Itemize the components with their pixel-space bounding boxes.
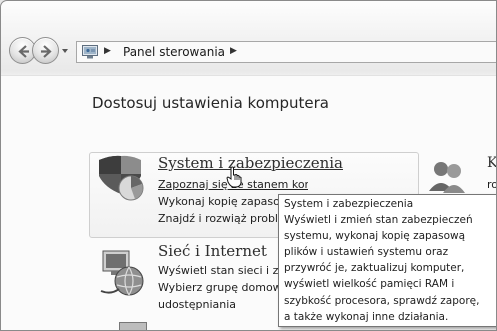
chevron-right-icon[interactable]: ▶ xyxy=(104,46,111,56)
category-title-system-security[interactable]: System i zabezpieczenia xyxy=(158,154,343,172)
category-title-user-accounts-fragment[interactable]: K xyxy=(487,155,496,171)
control-panel-window: ▶ Panel sterowania ▶ Dostosuj ustawienia… xyxy=(0,0,497,331)
link-backup[interactable]: Wykonaj kopię zapasową komputera xyxy=(158,195,278,208)
category-title-network-internet[interactable]: Sieć i Internet xyxy=(158,242,267,260)
tooltip-line: Wyświetl i zmień stan zabezpieczeń xyxy=(284,214,473,227)
recent-pages-icon[interactable] xyxy=(61,47,69,55)
tooltip-line: przywróć je, zaktualizuj komputer, xyxy=(284,262,465,275)
navigation-toolbar: ▶ Panel sterowania ▶ xyxy=(1,1,496,75)
network-globe-icon[interactable] xyxy=(97,247,149,299)
tooltip-line: plików i ustawień systemu oraz xyxy=(284,246,449,259)
link-network-status[interactable]: Wyświetl stan sieci i zadania xyxy=(158,264,278,277)
address-bar[interactable]: ▶ Panel sterowania ▶ xyxy=(76,41,496,63)
back-arrow-icon xyxy=(18,45,29,58)
forward-arrow-icon xyxy=(41,45,52,58)
page-title: Dostosuj ustawienia komputera xyxy=(92,94,329,112)
breadcrumb-control-panel[interactable]: Panel sterowania xyxy=(123,45,225,59)
link-sharing[interactable]: udostępniania xyxy=(158,298,278,311)
link-homegroup[interactable]: Wybierz grupę domową i opcje udostępnian… xyxy=(158,281,278,294)
hardware-icon xyxy=(119,322,147,330)
forward-button[interactable] xyxy=(32,37,59,64)
users-icon[interactable] xyxy=(427,157,467,197)
chevron-right-icon[interactable]: ▶ xyxy=(230,46,237,56)
tooltip-line: System i zabezpieczenia xyxy=(284,198,414,210)
tooltip-line: wyświetl wielkość pamięci RAM i xyxy=(284,278,455,291)
tooltip-line: a także wykonaj inne działania. xyxy=(284,310,449,323)
shield-icon[interactable] xyxy=(95,154,147,204)
hand-cursor-icon xyxy=(226,166,242,188)
link-troubleshoot[interactable]: Znajdź i rozwiąż problemy xyxy=(158,212,278,225)
tooltip-line: szybkość procesora, sprawdź zaporę, xyxy=(284,294,480,307)
tooltip-line: systemu, wykonaj kopię zapasową xyxy=(284,230,466,243)
control-panel-icon xyxy=(82,45,98,59)
link-user-accounts-fragment[interactable]: ro xyxy=(487,178,496,191)
tooltip: System i zabezpieczenia Wyświetl i zmień… xyxy=(278,194,496,327)
